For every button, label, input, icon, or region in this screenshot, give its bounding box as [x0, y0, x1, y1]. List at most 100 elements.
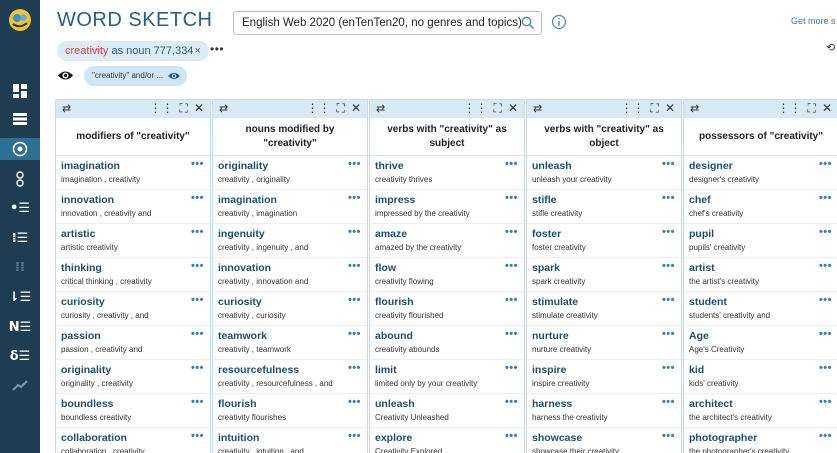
- swap-icon[interactable]: ⇄: [376, 102, 385, 115]
- collocation-row[interactable]: imagination imagination , creativity •••: [56, 156, 210, 190]
- collocate-word[interactable]: imagination: [218, 194, 367, 206]
- close-icon[interactable]: ✕: [508, 101, 518, 116]
- row-menu-button[interactable]: •••: [505, 430, 518, 442]
- collocation-row[interactable]: artist the artist's creativity •••: [684, 258, 837, 292]
- row-menu-button[interactable]: •••: [191, 192, 204, 204]
- collocate-word[interactable]: flourish: [218, 398, 367, 410]
- collocate-word[interactable]: spark: [532, 262, 681, 274]
- collocation-row[interactable]: imagination creativity , imagination •••: [213, 190, 367, 224]
- swap-icon[interactable]: ⇄: [690, 102, 699, 115]
- row-menu-button[interactable]: •••: [662, 226, 675, 238]
- collocation-row[interactable]: chef chef's creativity •••: [684, 190, 837, 224]
- collocate-word[interactable]: intuition: [218, 432, 367, 444]
- collocate-word[interactable]: Age: [689, 330, 837, 342]
- collocate-word[interactable]: stimulate: [532, 296, 681, 308]
- row-menu-button[interactable]: •••: [505, 158, 518, 170]
- collocation-row[interactable]: photographer the photographer's creativit…: [684, 428, 837, 453]
- collocate-word[interactable]: thrive: [375, 160, 524, 172]
- eye-icon[interactable]: [57, 69, 74, 82]
- collocation-row[interactable]: curiosity creativity , curiosity •••: [213, 292, 367, 326]
- collocation-row[interactable]: innovation innovation , creativity and •••: [56, 190, 210, 224]
- collocation-row[interactable]: originality originality , creativity •••: [56, 360, 210, 394]
- frequency-icon[interactable]: ⇂☰: [8, 286, 32, 308]
- info-icon[interactable]: [551, 14, 567, 30]
- collocation-row[interactable]: designer designer's creativity •••: [684, 156, 837, 190]
- row-menu-button[interactable]: •••: [505, 260, 518, 272]
- row-menu-button[interactable]: •••: [819, 192, 832, 204]
- collocate-word[interactable]: collaboration: [61, 432, 210, 444]
- row-menu-button[interactable]: •••: [348, 430, 361, 442]
- collocate-word[interactable]: foster: [532, 228, 681, 240]
- row-menu-button[interactable]: •••: [191, 226, 204, 238]
- collocation-row[interactable]: boundless boundless creativity •••: [56, 394, 210, 428]
- collocate-word[interactable]: showcase: [532, 432, 681, 444]
- wordlist-icon[interactable]: •☰: [8, 197, 32, 219]
- more-options-button[interactable]: •••: [210, 42, 224, 56]
- collocate-word[interactable]: originality: [218, 160, 367, 172]
- close-icon[interactable]: ✕: [351, 101, 361, 116]
- collocate-word[interactable]: curiosity: [61, 296, 210, 308]
- collocation-row[interactable]: Age Age's Creativity •••: [684, 326, 837, 360]
- row-menu-button[interactable]: •••: [505, 362, 518, 374]
- collocate-word[interactable]: photographer: [689, 432, 837, 444]
- row-menu-button[interactable]: •••: [191, 158, 204, 170]
- collocation-row[interactable]: ingenuity creativity , ingenuity , and •••: [213, 224, 367, 258]
- collocation-row[interactable]: intuition creativity , intuition , and •••: [213, 428, 367, 453]
- row-menu-button[interactable]: •••: [348, 192, 361, 204]
- grid-icon[interactable]: ⋮⋮: [307, 101, 331, 116]
- row-menu-button[interactable]: •••: [505, 226, 518, 238]
- eye-icon[interactable]: [167, 71, 181, 81]
- collocation-row[interactable]: abound creativity abounds •••: [370, 326, 524, 360]
- collocate-word[interactable]: boundless: [61, 398, 210, 410]
- collocation-row[interactable]: spark spark creativity •••: [527, 258, 681, 292]
- collocate-word[interactable]: harness: [532, 398, 681, 410]
- collocation-row[interactable]: stimulate stimulate creativity •••: [527, 292, 681, 326]
- trends-icon[interactable]: [8, 374, 32, 396]
- collocate-word[interactable]: kid: [689, 364, 837, 376]
- row-menu-button[interactable]: •••: [662, 362, 675, 374]
- row-menu-button[interactable]: •••: [348, 294, 361, 306]
- collocate-word[interactable]: architect: [689, 398, 837, 410]
- collocation-row[interactable]: kid kids' creativity •••: [684, 360, 837, 394]
- collocate-word[interactable]: inspire: [532, 364, 681, 376]
- expand-icon[interactable]: ⛶: [494, 101, 502, 116]
- collocation-row[interactable]: stifle stifle creativity •••: [527, 190, 681, 224]
- collocation-row[interactable]: pupil pupils' creativity •••: [684, 224, 837, 258]
- collocate-word[interactable]: unleash: [375, 398, 524, 410]
- collocate-word[interactable]: stifle: [532, 194, 681, 206]
- row-menu-button[interactable]: •••: [662, 396, 675, 408]
- refresh-icon[interactable]: ⟲: [826, 41, 835, 54]
- collocation-row[interactable]: foster foster creativity •••: [527, 224, 681, 258]
- collocation-row[interactable]: architect the architect's creativity •••: [684, 394, 837, 428]
- collocate-word[interactable]: imagination: [61, 160, 210, 172]
- ngrams-icon[interactable]: ⁞⁞: [8, 256, 32, 278]
- collocate-word[interactable]: innovation: [61, 194, 210, 206]
- collocation-row[interactable]: inspire inspire creativity •••: [527, 360, 681, 394]
- search-icon[interactable]: [521, 16, 535, 30]
- collocate-word[interactable]: explore: [375, 432, 524, 444]
- ne-icon[interactable]: N☰: [8, 316, 32, 338]
- dashboard-icon[interactable]: [8, 80, 32, 102]
- expand-icon[interactable]: ⛶: [180, 101, 188, 116]
- row-menu-button[interactable]: •••: [662, 430, 675, 442]
- row-menu-button[interactable]: •••: [819, 226, 832, 238]
- diff-icon[interactable]: δ☰: [8, 345, 32, 367]
- grid-icon[interactable]: ⋮⋮: [150, 101, 174, 116]
- collocation-row[interactable]: amaze amazed by the creativity •••: [370, 224, 524, 258]
- row-menu-button[interactable]: •••: [505, 328, 518, 340]
- expand-icon[interactable]: ⛶: [651, 101, 659, 116]
- collocation-row[interactable]: harness harness the creativity •••: [527, 394, 681, 428]
- row-menu-button[interactable]: •••: [819, 158, 832, 170]
- collocation-row[interactable]: flourish creativity flourished •••: [370, 292, 524, 326]
- collocate-word[interactable]: teamwork: [218, 330, 367, 342]
- row-menu-button[interactable]: •••: [819, 430, 832, 442]
- collocate-word[interactable]: unleash: [532, 160, 681, 172]
- expand-icon[interactable]: ⛶: [337, 101, 345, 116]
- collocate-word[interactable]: abound: [375, 330, 524, 342]
- row-menu-button[interactable]: •••: [819, 362, 832, 374]
- close-icon[interactable]: ✕: [194, 101, 204, 116]
- row-menu-button[interactable]: •••: [191, 430, 204, 442]
- collocation-row[interactable]: student students' creativity and •••: [684, 292, 837, 326]
- collocate-word[interactable]: pupil: [689, 228, 837, 240]
- row-menu-button[interactable]: •••: [662, 260, 675, 272]
